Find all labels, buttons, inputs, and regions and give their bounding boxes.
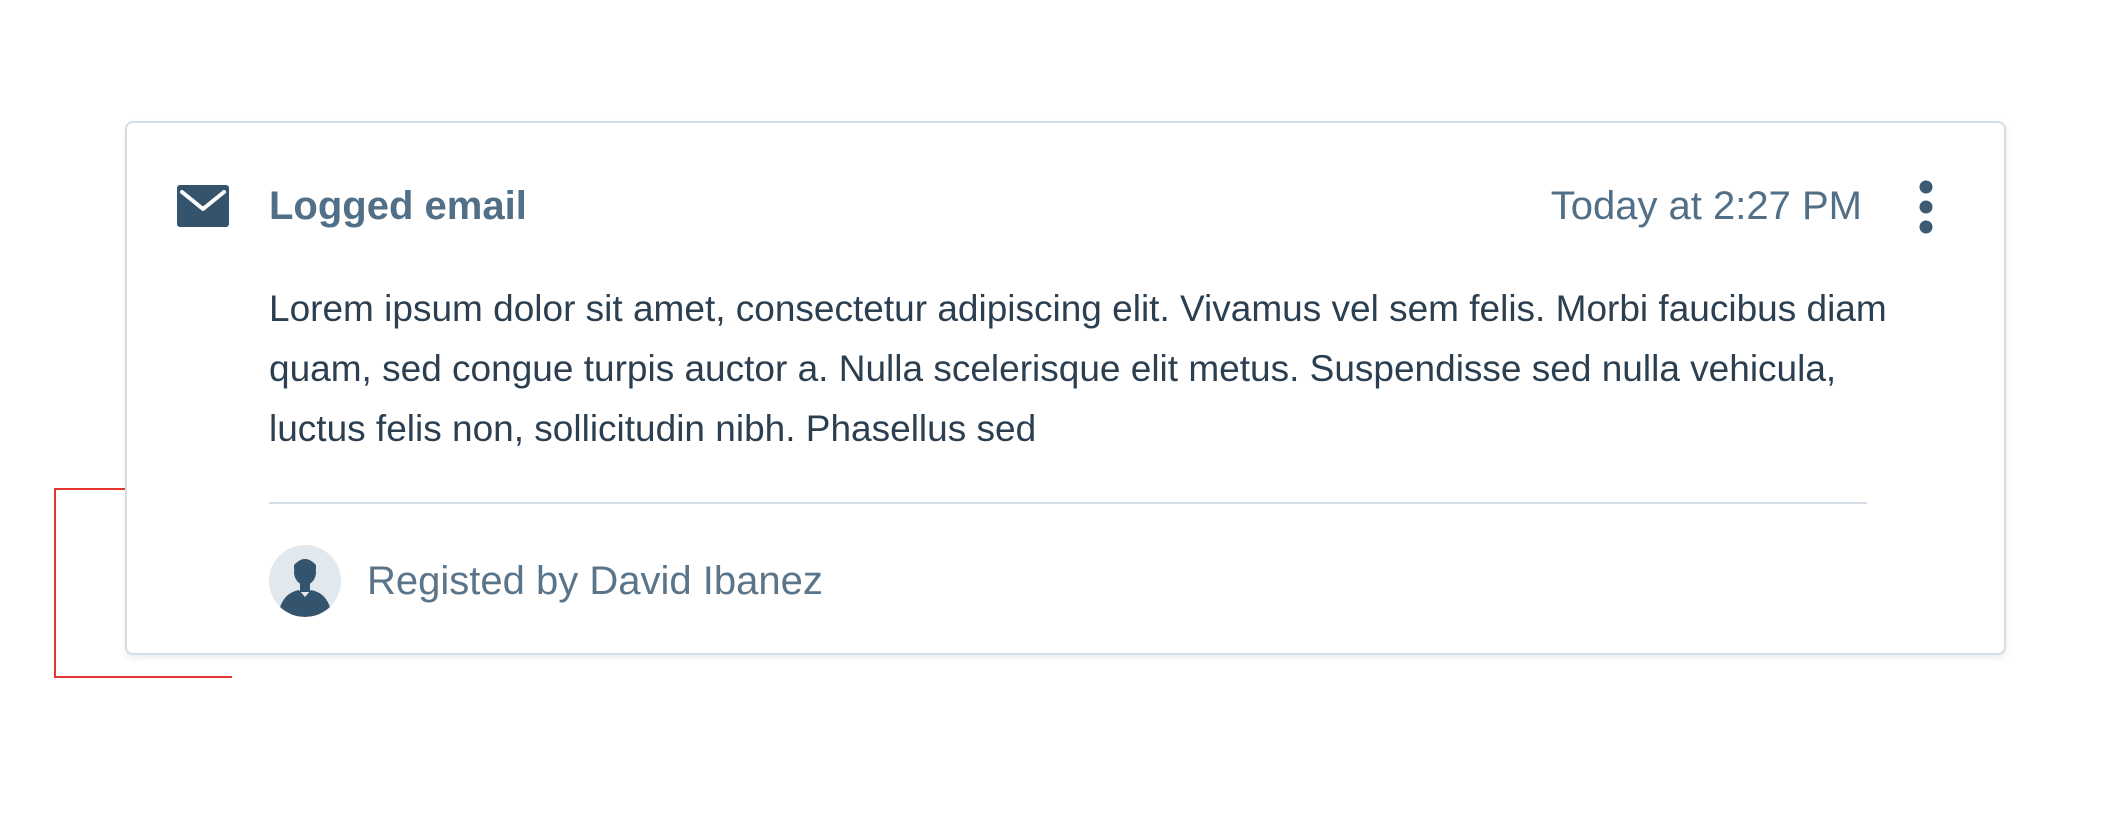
- avatar: [269, 545, 341, 617]
- user-silhouette-icon: [269, 545, 341, 617]
- envelope-icon: [177, 185, 229, 227]
- registered-by-text: Registed by David Ibanez: [367, 559, 823, 603]
- logged-email-card: Logged email Today at 2:27 PM Lorem ipsu…: [125, 121, 2006, 655]
- email-body-text: Lorem ipsum dolor sit amet, consectetur …: [269, 288, 1887, 449]
- more-options-button[interactable]: [1908, 179, 1944, 235]
- activity-timestamp: Today at 2:27 PM: [1550, 184, 1862, 228]
- card-divider: [269, 502, 1867, 504]
- activity-title: Logged email: [269, 184, 527, 228]
- more-vertical-icon: [1919, 180, 1933, 234]
